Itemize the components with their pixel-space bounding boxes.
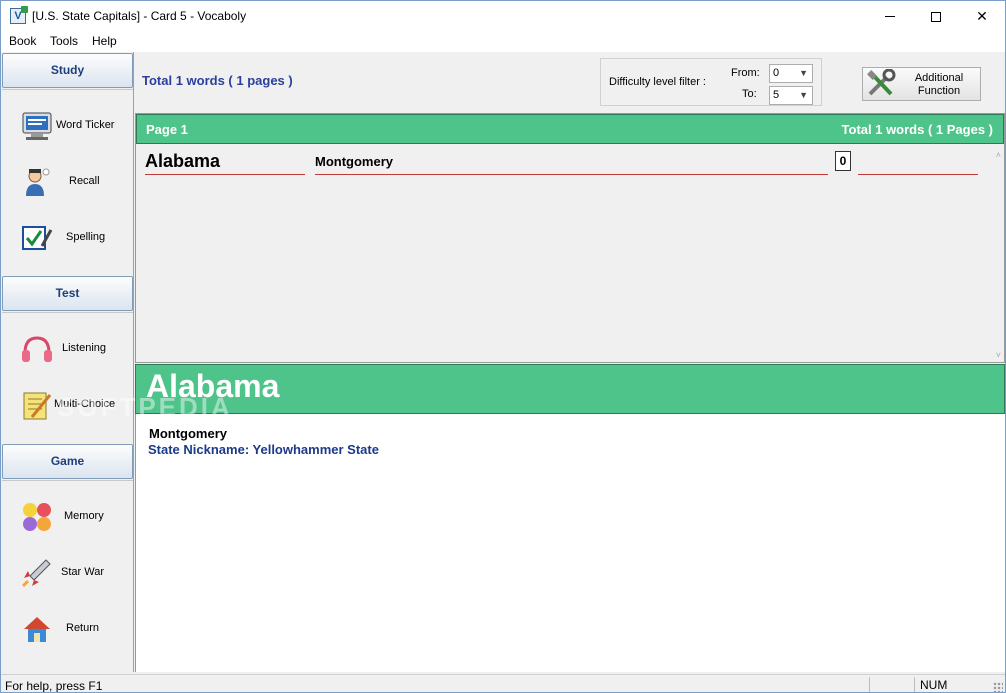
menu-book[interactable]: Book xyxy=(9,34,36,48)
difficulty-level-cell[interactable]: 0 xyxy=(835,151,851,171)
section-test-button[interactable]: Test xyxy=(2,276,133,311)
notepad-pencil-icon xyxy=(23,392,52,420)
to-level-value: 5 xyxy=(773,89,780,101)
additional-function-button[interactable]: Additional Function xyxy=(862,67,981,101)
sidebar: Study Word Ticker Recall Spelling Test L… xyxy=(1,52,134,672)
menu-tools[interactable]: Tools xyxy=(50,34,78,48)
difficulty-filter-label: Difficulty level filter : xyxy=(609,76,706,88)
chevron-down-icon: ▼ xyxy=(799,90,808,100)
star-war-label: Star War xyxy=(61,566,104,578)
word-ticker-tool[interactable]: Word Ticker xyxy=(2,98,133,154)
page-label: Page 1 xyxy=(146,122,188,137)
from-level-select[interactable]: 0 ▼ xyxy=(769,64,813,83)
vocaboly-app-icon[interactable]: V xyxy=(10,6,28,24)
checkbox-pen-icon xyxy=(22,226,53,250)
memory-label: Memory xyxy=(64,510,104,522)
spelling-tool[interactable]: Spelling xyxy=(2,210,133,266)
from-level-value: 0 xyxy=(773,67,780,79)
word-ticker-label: Word Ticker xyxy=(56,119,115,131)
maximize-icon xyxy=(931,11,941,22)
star-war-tool[interactable]: Star War xyxy=(2,545,133,601)
monitor-icon xyxy=(22,112,52,140)
return-tool[interactable]: Return xyxy=(2,601,133,657)
section-game-button[interactable]: Game xyxy=(2,444,133,479)
headphones-icon xyxy=(22,336,52,362)
resize-grip-icon[interactable] xyxy=(993,682,1003,692)
house-icon xyxy=(24,617,50,642)
word-list: Page 1 Total 1 words ( 1 Pages ) Alabama… xyxy=(135,113,1005,363)
recall-label: Recall xyxy=(69,175,100,187)
spelling-label: Spelling xyxy=(66,231,106,243)
recall-tool[interactable]: Recall xyxy=(2,154,133,210)
app-window: V [U.S. State Capitals] - Card 5 - Vocab… xyxy=(0,0,1006,693)
meaning-cell[interactable]: Montgomery xyxy=(315,154,828,175)
detail-meaning: Montgomery xyxy=(149,426,227,441)
game-panel: Memory Star War Return xyxy=(2,480,133,672)
minimize-button[interactable] xyxy=(867,1,913,32)
section-study-button[interactable]: Study xyxy=(2,53,133,88)
from-label: From: xyxy=(731,67,760,79)
detail-note: State Nickname: Yellowhammer State xyxy=(148,442,379,457)
detail-header: Alabama xyxy=(135,364,1005,414)
detail-body: Montgomery State Nickname: Yellowhammer … xyxy=(135,414,1005,672)
close-icon: ✕ xyxy=(976,8,988,24)
person-thinking-icon xyxy=(26,168,50,196)
extra-cell[interactable] xyxy=(858,154,978,175)
study-panel: Word Ticker Recall Spelling xyxy=(2,89,133,275)
total-words-summary: Total 1 words ( 1 pages ) xyxy=(142,73,293,88)
tools-icon xyxy=(867,69,896,96)
to-level-select[interactable]: 5 ▼ xyxy=(769,86,813,105)
scroll-up-icon[interactable]: ˄ xyxy=(996,150,1001,160)
status-help-text: For help, press F1 xyxy=(5,679,103,693)
word-list-header: Page 1 Total 1 words ( 1 Pages ) xyxy=(136,114,1004,144)
memory-tool[interactable]: Memory xyxy=(2,489,133,545)
difficulty-filter-group: Difficulty level filter : From: To: 0 ▼ … xyxy=(600,58,822,106)
minimize-icon xyxy=(885,16,895,17)
window-title: [U.S. State Capitals] - Card 5 - Vocabol… xyxy=(32,9,247,23)
listening-tool[interactable]: Listening xyxy=(2,321,133,377)
title-bar[interactable]: V [U.S. State Capitals] - Card 5 - Vocab… xyxy=(1,1,1005,32)
close-button[interactable]: ✕ xyxy=(959,1,1005,32)
scroll-down-icon[interactable]: ˅ xyxy=(996,350,1001,360)
word-cell[interactable]: Alabama xyxy=(145,151,305,175)
to-label: To: xyxy=(742,88,757,100)
status-bar: For help, press F1 NUM xyxy=(1,674,1005,693)
test-panel: Listening Multi-Choice xyxy=(2,312,133,444)
listening-label: Listening xyxy=(62,342,107,354)
smiley-faces-icon xyxy=(23,503,51,531)
return-label: Return xyxy=(66,622,100,634)
status-num-indicator: NUM xyxy=(914,677,956,692)
total-pages-label: Total 1 words ( 1 Pages ) xyxy=(841,122,993,137)
additional-function-label: Additional Function xyxy=(914,72,964,97)
menu-bar: Book Tools Help xyxy=(1,32,1005,52)
rocket-icon xyxy=(21,559,51,588)
chevron-down-icon: ▼ xyxy=(799,68,808,78)
menu-help[interactable]: Help xyxy=(92,34,117,48)
maximize-button[interactable] xyxy=(913,1,959,32)
status-cap-pane xyxy=(869,677,913,692)
